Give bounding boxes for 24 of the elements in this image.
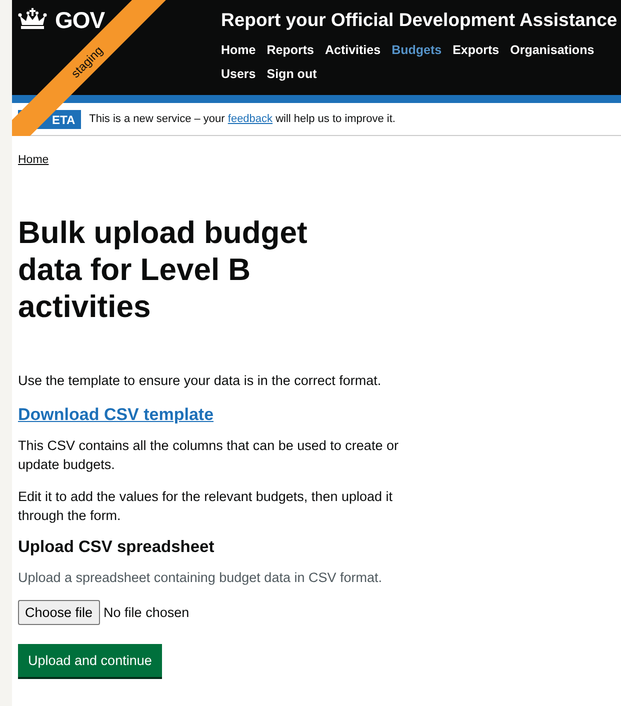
nav-link[interactable]: Reports [266,41,314,59]
choose-file-button[interactable]: Choose file [18,600,100,625]
crown-icon [18,8,47,32]
logo-text[interactable]: GOV [55,8,105,32]
upload-label: Upload CSV spreadsheet [18,538,216,557]
service-name[interactable]: Report your Official Development Assistance [221,8,618,32]
nav-link[interactable]: Users [221,65,256,83]
breadcrumb-link[interactable]: Home [18,151,49,170]
nav-link[interactable]: Home [221,41,256,59]
body-text: This CSV contains all the columns that can be used to create or update budgets. [18,437,400,474]
file-status: No file chosen [104,604,190,622]
download-link[interactable]: Download CSV template [18,405,214,424]
upload-button[interactable]: Upload and continue [18,644,162,677]
nav-link[interactable]: Exports [452,41,500,59]
intro-text: Use the template to ensure your data is in the correct format. [18,372,382,390]
phase-text: This is a new service – your feedback will help us to improve it. [89,113,396,125]
nav-link[interactable]: Budgets [392,41,442,59]
feedback-link[interactable]: feedback [228,113,273,125]
body-text: Edit it to add the values for the relevant budgets, then upload it through the form. [18,488,394,525]
hint-text: Upload a spreadsheet containing budget data in CSV format. [18,569,383,587]
page-heading: Bulk upload budget data for Level B activities [18,214,308,325]
nav-link[interactable]: Activities [324,41,381,59]
nav-link[interactable]: Sign out [266,65,317,83]
nav-link[interactable]: Organisations [510,41,594,59]
